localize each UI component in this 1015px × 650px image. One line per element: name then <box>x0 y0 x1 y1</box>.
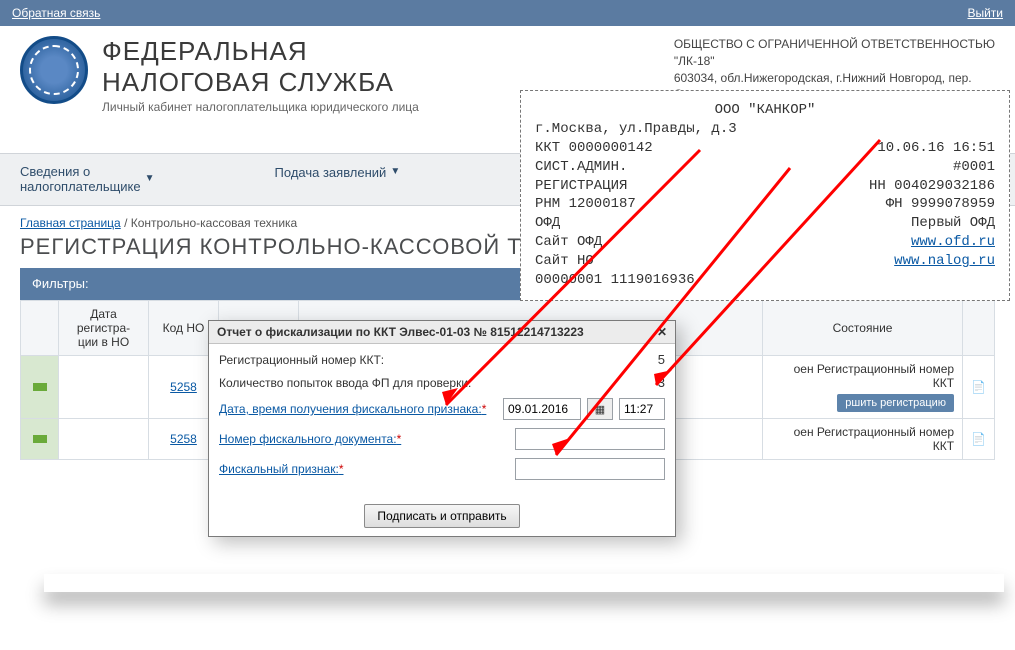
fns-logo <box>20 36 88 104</box>
label-doc-number: Номер фискального документа:* <box>219 432 509 446</box>
col-state[interactable]: Состояние <box>763 300 963 355</box>
chevron-down-icon: ▼ <box>390 166 400 178</box>
org-subtitle: Личный кабинет налогоплательщика юридиче… <box>102 100 419 114</box>
col-reg-date[interactable]: Дата регистра- ции в НО <box>59 300 149 355</box>
chevron-down-icon: ▼ <box>145 173 155 185</box>
org-title-1: ФЕДЕРАЛЬНАЯ <box>102 36 419 67</box>
doc-number-input[interactable] <box>515 428 665 450</box>
breadcrumb-current: Контрольно-кассовая техника <box>131 216 297 230</box>
close-icon[interactable]: ✕ <box>657 325 667 339</box>
document-icon[interactable]: 📄 <box>971 432 986 446</box>
fiscal-sign-input[interactable] <box>515 458 665 480</box>
calendar-icon[interactable]: ▦ <box>587 398 613 420</box>
nalog-link[interactable]: www.nalog.ru <box>894 252 995 271</box>
time-input[interactable] <box>619 398 665 420</box>
nav-taxpayer-info[interactable]: Сведения о налогоплательщике▼ <box>20 164 155 195</box>
fiscal-receipt: ООО "КАНКОР" г.Москва, ул.Правды, д.3 КК… <box>520 90 1010 301</box>
sign-submit-button[interactable]: Подписать и отправить <box>364 504 519 528</box>
finish-registration-button[interactable]: ршить регистрацию <box>837 394 954 412</box>
document-icon[interactable]: 📄 <box>971 380 986 394</box>
status-icon <box>33 435 47 443</box>
kod-link[interactable]: 5258 <box>170 432 197 446</box>
kod-link[interactable]: 5258 <box>170 380 197 394</box>
receipt-title: ООО "КАНКОР" <box>535 101 995 120</box>
modal-title: Отчет о фискализации по ККТ Элвес-01-03 … <box>217 325 584 339</box>
fiscal-report-modal: Отчет о фискализации по ККТ Элвес-01-03 … <box>208 320 676 537</box>
label-date: Дата, время получения фискального призна… <box>219 402 497 416</box>
logout-link[interactable]: Выйти <box>967 0 1003 26</box>
feedback-link[interactable]: Обратная связь <box>12 0 100 26</box>
breadcrumb-home[interactable]: Главная страница <box>20 216 121 230</box>
filters-label: Фильтры: <box>32 276 89 291</box>
topbar: Обратная связь Выйти <box>0 0 1015 26</box>
nav-applications[interactable]: Подача заявлений▼ <box>275 164 401 195</box>
label-fiscal-sign: Фискальный признак:* <box>219 462 509 476</box>
date-input[interactable] <box>503 398 581 420</box>
status-icon <box>33 383 47 391</box>
org-title-2: НАЛОГОВАЯ СЛУЖБА <box>102 67 419 98</box>
ofd-link[interactable]: www.ofd.ru <box>911 233 995 252</box>
